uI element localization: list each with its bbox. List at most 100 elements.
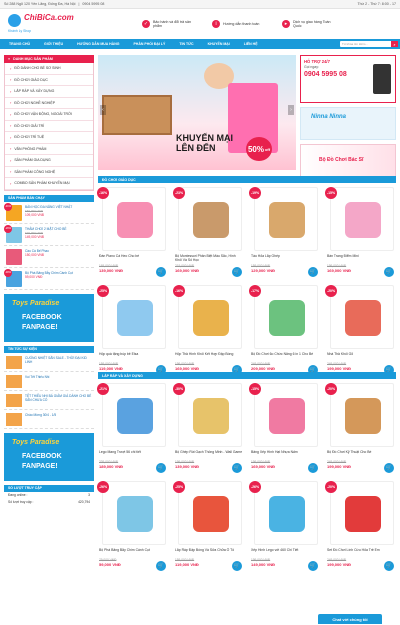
cart-icon[interactable]: 🛒 xyxy=(232,561,242,571)
category-item[interactable]: LẮP RÁP VÀ XÂY DỰNG xyxy=(5,86,93,98)
logo[interactable]: ChiBiCa.com Khánh Ly Shop xyxy=(4,11,74,37)
product-image[interactable] xyxy=(330,285,394,349)
product-name[interactable]: Nhà Thả Khối Gỗ xyxy=(327,352,397,361)
product-name[interactable]: Bộ Montessori Phân Biệt Màu Sắc, Hình Kh… xyxy=(175,254,245,263)
category-item[interactable]: ĐỒ DÀNH CHO BÉ SƠ SINH xyxy=(5,63,93,75)
product-name[interactable]: Hộp Thả Hình Khối Kết Hợp Đập Bóng xyxy=(175,352,245,361)
product-name[interactable]: Set Đồ Chơi Lính Cứu Hỏa Trẻ Em xyxy=(327,548,397,557)
product-name[interactable]: Bàn Trang Điểm Mini xyxy=(327,254,397,263)
product-image[interactable] xyxy=(330,481,394,545)
news-item[interactable]: Vui Tết Thiếu Nhi xyxy=(4,372,94,391)
product-card[interactable]: -23% Bộ Montessori Phân Biệt Màu Sắc, Hìn… xyxy=(173,187,245,285)
category-item[interactable]: SẢN PHẨM CÔNG NGHỆ xyxy=(5,167,93,178)
slider-prev-icon[interactable]: ‹ xyxy=(100,105,106,115)
news-title[interactable]: CUỐNG NHIỆT SĂN SALE - THỜI ĐẠI KID LINH xyxy=(25,356,92,368)
cart-icon[interactable]: 🛒 xyxy=(156,561,166,571)
cart-icon[interactable]: 🛒 xyxy=(384,267,394,277)
product-card[interactable]: -26% Bộ Phá Băng Bẫy Chim Cánh Cụt 79,000 … xyxy=(97,481,169,579)
product-card[interactable]: -16% Hộp Thả Hình Khối Kết Hợp Đập Bóng 19… xyxy=(173,285,245,383)
news-item[interactable]: Chào Mừng 30/4 - 1/5 xyxy=(4,410,94,429)
cart-icon[interactable]: 🛒 xyxy=(308,561,318,571)
category-item[interactable]: VĂN PHÒNG PHẨM xyxy=(5,144,93,155)
news-title[interactable]: Chào Mừng 30/4 - 1/5 xyxy=(25,413,56,425)
cart-icon[interactable]: 🛒 xyxy=(308,463,318,473)
product-card[interactable]: -20% Bộ Đồ Chơi Kỹ Thuật Cho Bé 249,000 VN… xyxy=(325,383,397,481)
product-image[interactable] xyxy=(254,285,318,349)
category-item[interactable]: ĐỒ CHƠI NGHỀ NGHIỆP xyxy=(5,98,93,109)
product-card[interactable]: -15% Bàn Trang Điểm Mini 199,000 VNĐ 169,00… xyxy=(325,187,397,285)
product-card[interactable]: -30% Bộ Ghép Rút Gạch Thông Minh - Wall G… xyxy=(173,383,245,481)
facebook-banner-2[interactable]: Toys Paradise FACEBOOK FANPAGE! xyxy=(4,432,94,481)
search-icon[interactable]: ⌕ xyxy=(391,41,398,47)
product-image[interactable] xyxy=(178,383,242,447)
ad-banner-1[interactable]: Ninna Ninna xyxy=(300,107,396,140)
product-name[interactable]: Bảng Xếp Hình Hạt Nhựa Nấm xyxy=(251,450,321,459)
list-item[interactable]: Cầu Cá Bế Phao 150,000 VNĐ xyxy=(4,246,94,268)
product-card[interactable]: -26% Xếp Hình Lego với 460 Chi Tiết 199,00… xyxy=(249,481,321,579)
nav-about[interactable]: GIỚI THIỆU xyxy=(37,42,70,46)
news-thumbnail[interactable] xyxy=(6,393,22,407)
hero-slider[interactable]: KHUYẾN MẠI LÊN ĐẾN 50% off ‹ › xyxy=(98,55,296,170)
product-name[interactable]: Bộ Đồ Chơi Kỹ Thuật Cho Bé xyxy=(327,450,397,459)
cart-icon[interactable]: 🛒 xyxy=(156,463,166,473)
product-image[interactable] xyxy=(254,187,318,251)
product-card[interactable]: -15% Bảng Xếp Hình Hạt Nhựa Nấm 199,000 VN… xyxy=(249,383,321,481)
news-item[interactable]: TẾT THIẾU NHI BÁ GIẢM GIÁ DÀNH CHO BÉ SẴ… xyxy=(4,391,94,410)
product-name[interactable]: Hộp quà tặng búp bê Elsa xyxy=(99,352,169,361)
phone-text[interactable]: 0904 5995 08 xyxy=(82,2,104,6)
news-title[interactable]: TẾT THIẾU NHI BÁ GIẢM GIÁ DÀNH CHO BÉ SẴ… xyxy=(25,394,92,406)
category-item[interactable]: ĐỒ CHƠI GIẢI TRÍ xyxy=(5,121,93,132)
product-image[interactable] xyxy=(254,383,318,447)
nav-promo[interactable]: KHUYẾN MẠI xyxy=(201,42,237,46)
product-image[interactable] xyxy=(102,383,166,447)
facebook-banner[interactable]: Toys Paradise FACEBOOK FANPAGE! xyxy=(4,293,94,342)
product-name[interactable]: Đàn Piano Cá Heo Cho bé xyxy=(99,254,169,263)
news-item[interactable]: CUỐNG NHIỆT SĂN SALE - THỜI ĐẠI KID LINH xyxy=(4,353,94,372)
product-card[interactable]: -21% Lego Mang Trượt 56 chi tiết 239,000 V… xyxy=(97,383,169,481)
search-input[interactable]: Từ khóa tìm kiếm... ⌕ xyxy=(340,41,398,47)
promise-warranty[interactable]: ✓ Bảo hành và đổi trả sản phẩm xyxy=(142,20,200,28)
product-name[interactable]: Bộ Đồ Chơi 6o Chức Năng 6 in 1 Cho Bé xyxy=(251,352,321,361)
list-item[interactable]: -30% Bộ Phá Băng Bắy Chim Cánh Cụt 59,000 … xyxy=(4,268,94,290)
list-item[interactable]: -31% BÀN HỌC ĐA NĂNG VIỆT NHẬT 159,000 VNĐ… xyxy=(4,202,94,224)
news-thumbnail[interactable] xyxy=(6,412,22,426)
product-image[interactable] xyxy=(330,187,394,251)
product-image[interactable] xyxy=(102,187,166,251)
product-name[interactable]: Lắp Ráp Đập Bóng Và Sửa Chữa Ô Tô xyxy=(175,548,245,557)
product-name[interactable]: Xếp Hình Lego với 460 Chi Tiết xyxy=(251,548,321,557)
category-item[interactable]: ĐỒ CHƠI GIÁO DỤC xyxy=(5,75,93,86)
product-image[interactable] xyxy=(102,481,166,545)
product-image[interactable] xyxy=(330,383,394,447)
category-item[interactable]: ĐỒ CHƠI VẬN ĐỘNG, NGOÀI TRỜI xyxy=(5,109,93,121)
category-item[interactable]: SẢN PHẨM GIA DỤNG xyxy=(5,155,93,167)
nav-contact[interactable]: LIÊN HỆ xyxy=(237,42,265,46)
product-image[interactable] xyxy=(102,285,166,349)
product-name[interactable]: Lego Mang Trượt 56 chi tiết xyxy=(99,450,169,459)
promise-payment[interactable]: i Hướng dẫn thanh toán xyxy=(212,20,270,28)
category-item[interactable]: COMBO SẢN PHẨM KHUYẾN MẠI xyxy=(5,178,93,190)
product-card[interactable]: -25% Hộp quà tặng búp bê Elsa 159,000 VNĐ 1… xyxy=(97,285,169,383)
section-title[interactable]: LẮP RÁP VÀ XÂY DỰNG xyxy=(98,372,396,379)
product-name[interactable]: Tàu Hỏa Lắp Ghép xyxy=(251,254,321,263)
product-name[interactable]: Bộ Ghép Rút Gạch Thông Minh - Wall Game xyxy=(175,450,245,459)
product-card[interactable]: -20% Nhà Thả Khối Gỗ 249,000 VNĐ 199,000 VN… xyxy=(325,285,397,383)
product-image[interactable] xyxy=(178,187,242,251)
chat-button[interactable]: Chat với chúng tôi xyxy=(318,614,382,624)
product-image[interactable] xyxy=(254,481,318,545)
category-item[interactable]: ĐỒ CHƠI TRÍ TUỆ xyxy=(5,132,93,144)
product-name[interactable]: Bộ Phá Băng Bẫy Chim Cánh Cụt xyxy=(99,548,169,557)
product-card[interactable]: -19% Tàu Hỏa Lắp Ghép 159,000 VNĐ 129,000 V… xyxy=(249,187,321,285)
cart-icon[interactable]: 🛒 xyxy=(232,463,242,473)
product-card[interactable]: -16% Đàn Piano Cá Heo Cho bé 165,000 VNĐ 13… xyxy=(97,187,169,285)
cart-icon[interactable]: 🛒 xyxy=(308,267,318,277)
nav-distributor[interactable]: PHÂN PHỐI ĐẠI LÝ xyxy=(126,42,172,46)
news-title[interactable]: Vui Tết Thiếu Nhi xyxy=(25,375,49,387)
section-title[interactable]: ĐỒ CHƠI GIÁO DỤC xyxy=(98,176,396,183)
cart-icon[interactable]: 🛒 xyxy=(156,267,166,277)
nav-guide[interactable]: HƯỚNG DẪN MUA HÀNG xyxy=(70,42,126,46)
slider-next-icon[interactable]: › xyxy=(288,105,294,115)
nav-home[interactable]: TRANG CHỦ xyxy=(2,42,37,46)
news-thumbnail[interactable] xyxy=(6,374,22,388)
product-image[interactable] xyxy=(178,285,242,349)
product-card[interactable]: -20% Set Đồ Chơi Lính Cứu Hỏa Trẻ Em 249,0… xyxy=(325,481,397,579)
